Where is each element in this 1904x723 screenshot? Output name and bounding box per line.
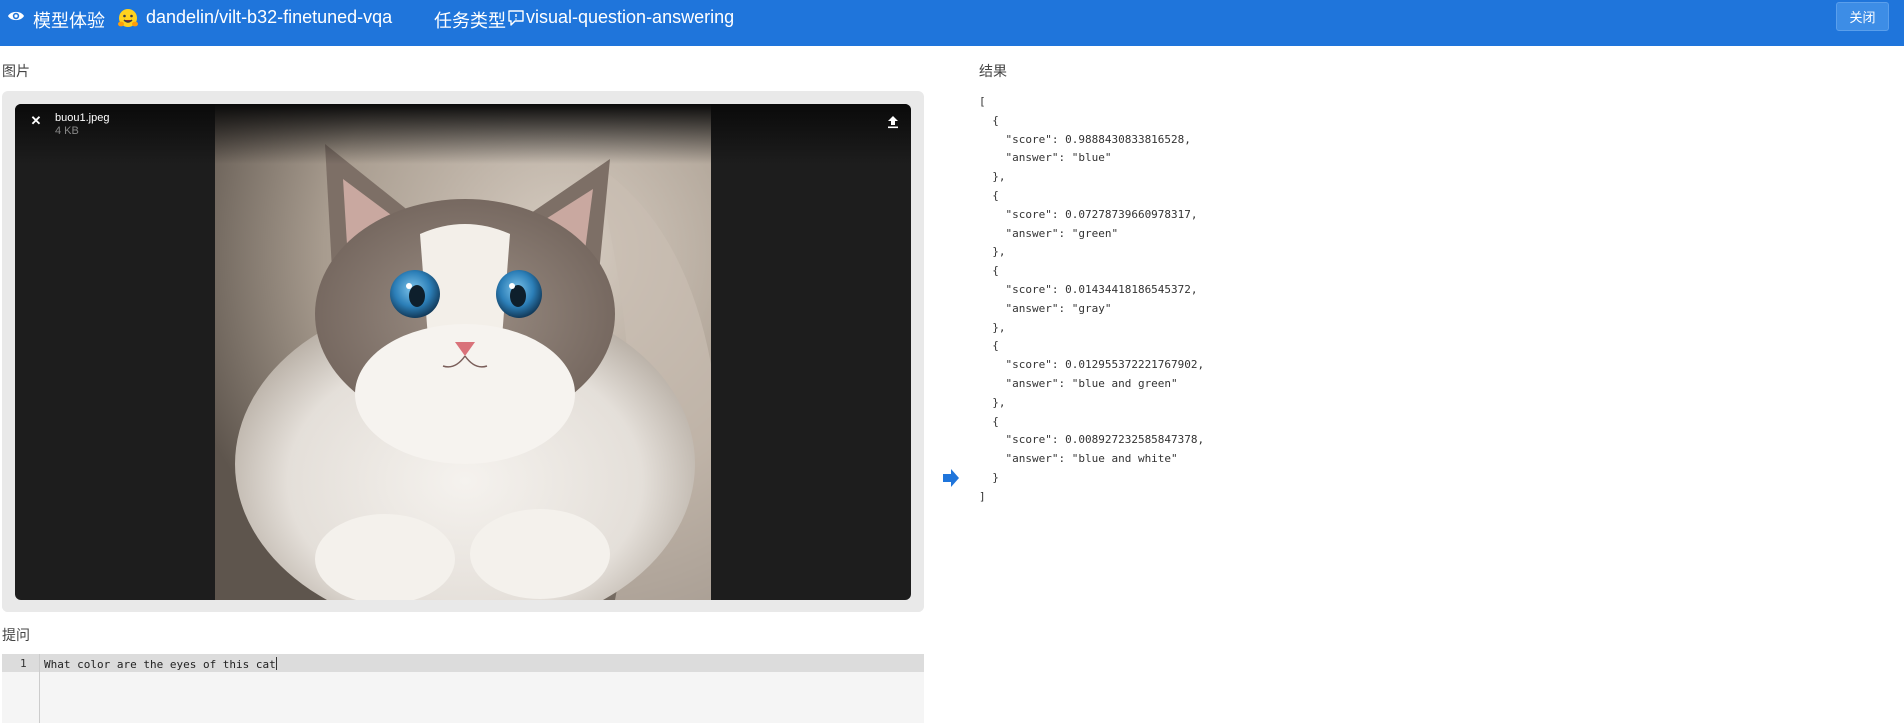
eye-icon: [8, 11, 24, 21]
image-upload-card[interactable]: ✕ buou1.jpeg 4 KB: [2, 91, 924, 612]
result-item-open: {: [979, 264, 999, 278]
task-type-label: 任务类型: [434, 11, 506, 31]
chat-bubble-icon: [508, 10, 524, 26]
result-item-close: },: [979, 170, 1006, 184]
result-item-open: {: [979, 414, 999, 428]
result-item-close: },: [979, 395, 1006, 409]
result-answer: "answer": "blue and green": [979, 376, 1178, 390]
result-item-open: {: [979, 188, 999, 202]
upload-icon[interactable]: [887, 115, 899, 129]
result-close-bracket: ]: [979, 489, 986, 503]
result-item-close: }: [979, 470, 999, 484]
image-section-label: 图片: [2, 63, 30, 79]
question-editor[interactable]: 1 What color are the eyes of this cat: [2, 654, 924, 723]
close-icon[interactable]: ✕: [29, 114, 43, 128]
result-answer: "answer": "gray": [979, 301, 1112, 315]
result-item-close: },: [979, 245, 1006, 259]
result-score: "score": 0.07278739660978317,: [979, 207, 1198, 221]
close-button[interactable]: 关闭: [1836, 2, 1889, 31]
top-bar: 模型体验 dandelin/vilt-b32-finetuned-vqa 任务类…: [0, 0, 1904, 46]
question-input[interactable]: What color are the eyes of this cat: [44, 657, 277, 671]
task-name: visual-question-answering: [526, 7, 735, 27]
file-name: buou1.jpeg: [55, 112, 110, 124]
result-score: "score": 0.01434418186545372,: [979, 282, 1198, 296]
card-footer: [2, 606, 924, 612]
page-title: 模型体验: [33, 11, 105, 31]
line-number: 1: [20, 657, 27, 670]
result-item-close: },: [979, 320, 1006, 334]
cat-photo: [215, 104, 711, 600]
result-section-label: 结果: [979, 63, 1007, 79]
file-size: 4 KB: [55, 125, 79, 137]
result-item-open: {: [979, 113, 999, 127]
preview-top-shade: [15, 104, 911, 164]
model-name: dandelin/vilt-b32-finetuned-vqa: [146, 7, 393, 27]
hugging-face-icon: [118, 9, 138, 27]
result-score: "score": 0.9888430833816528,: [979, 132, 1191, 146]
result-open-bracket: [: [979, 95, 986, 108]
result-score: "score": 0.012955372221767902,: [979, 358, 1205, 372]
image-preview: ✕ buou1.jpeg 4 KB: [15, 104, 911, 600]
result-answer: "answer": "blue": [979, 151, 1112, 165]
result-answer: "answer": "green": [979, 226, 1119, 240]
result-json: [ { "score": 0.9888430833816528, "answer…: [979, 93, 1204, 507]
arrow-right-icon: [943, 469, 959, 487]
result-score: "score": 0.008927232585847378,: [979, 433, 1205, 447]
result-answer: "answer": "blue and white": [979, 452, 1178, 466]
result-item-open: {: [979, 339, 999, 353]
question-section-label: 提问: [2, 627, 30, 643]
